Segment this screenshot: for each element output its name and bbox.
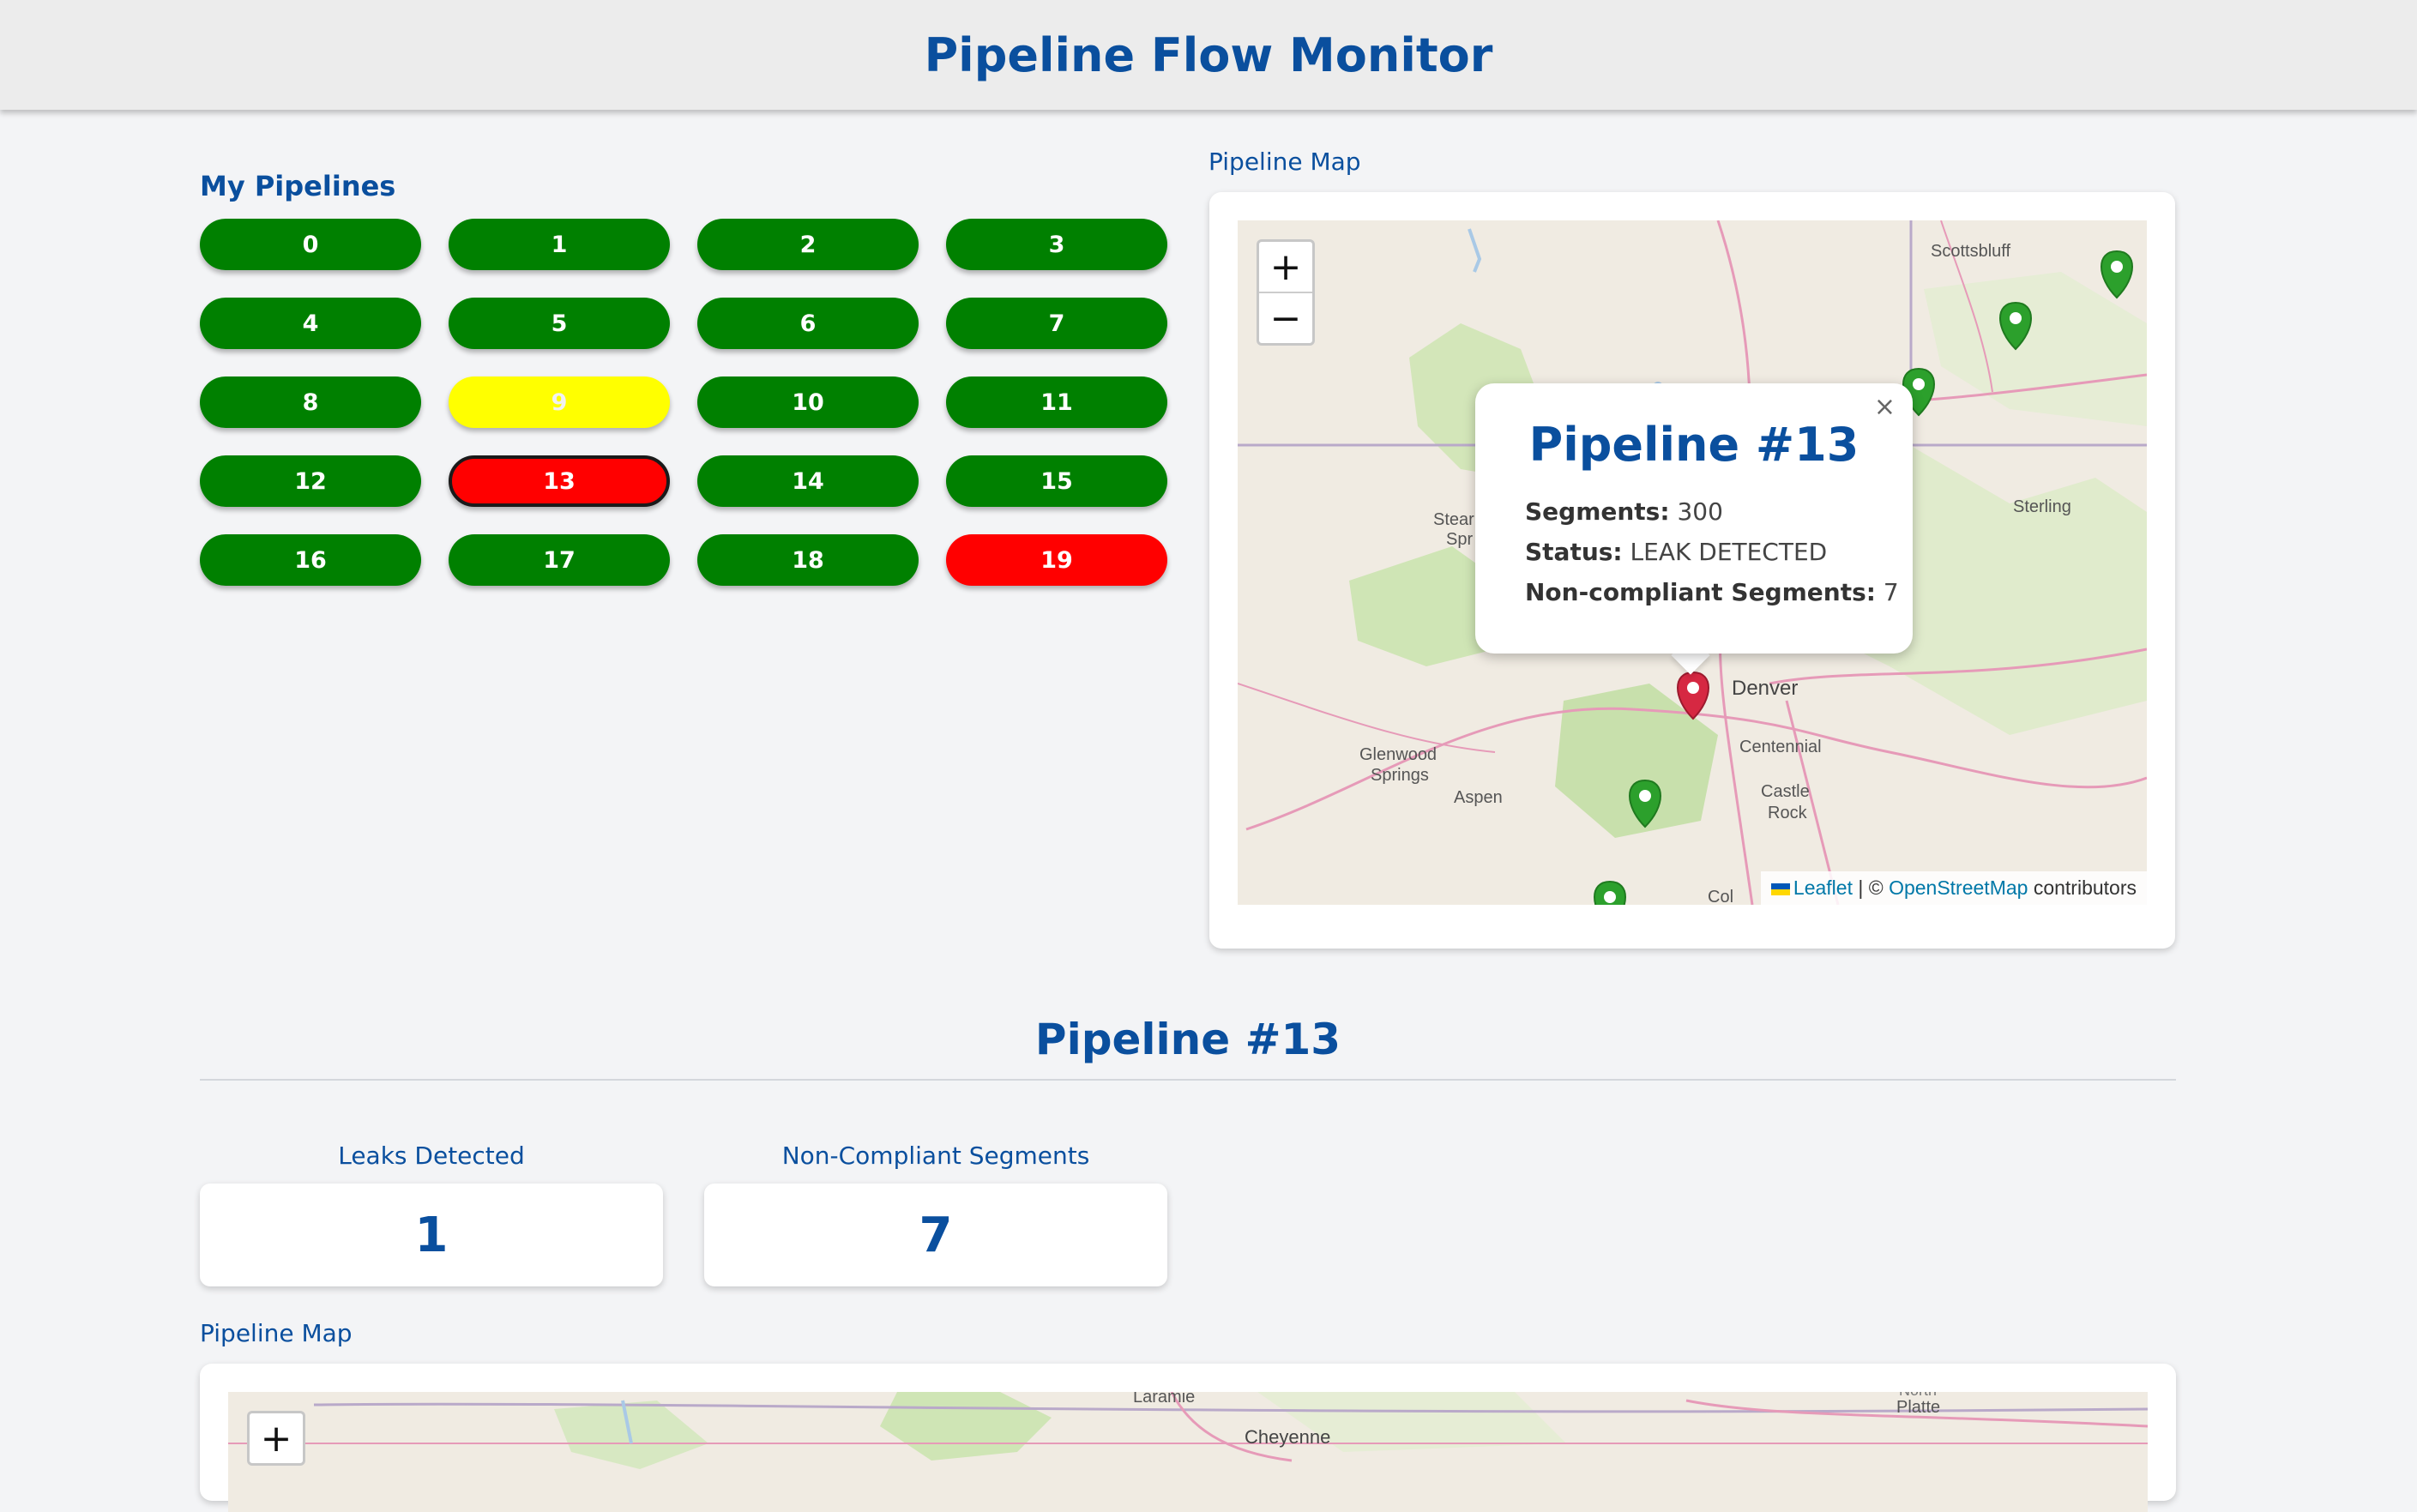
pipeline-button-3[interactable]: 3 (946, 219, 1167, 270)
pipeline-button-6[interactable]: 6 (697, 298, 919, 349)
noncompliant-segments-card: 7 (704, 1184, 1167, 1286)
pipeline-button-5[interactable]: 5 (449, 298, 670, 349)
pipeline-button-18[interactable]: 18 (697, 534, 919, 586)
pipeline-button-4[interactable]: 4 (200, 298, 421, 349)
page-title: Pipeline Flow Monitor (924, 27, 1493, 82)
pipeline-button-17[interactable]: 17 (449, 534, 670, 586)
pipeline-button-10[interactable]: 10 (697, 376, 919, 428)
map-marker-green[interactable] (1594, 880, 1626, 905)
detail-map-label: Pipeline Map (200, 1319, 353, 1347)
popup-title: Pipeline #13 (1528, 418, 1859, 472)
pipeline-button-1[interactable]: 1 (449, 219, 670, 270)
popup-status-row: Status: LEAK DETECTED (1525, 538, 1828, 566)
place-laramie: Laramie (1133, 1392, 1195, 1407)
leaks-detected-card: 1 (200, 1184, 663, 1286)
pipeline-button-8[interactable]: 8 (200, 376, 421, 428)
zoom-control: + − (1257, 239, 1315, 346)
popup-segments-row: Segments: 300 (1525, 497, 1723, 526)
detail-map-tiles: Laramie Cheyenne North Platte (228, 1392, 2148, 1512)
detail-zoom-in-button[interactable]: + (250, 1413, 303, 1463)
pipeline-button-7[interactable]: 7 (946, 298, 1167, 349)
pipeline-button-9[interactable]: 9 (449, 376, 670, 428)
osm-link[interactable]: OpenStreetMap (1889, 876, 2028, 899)
pipeline-button-16[interactable]: 16 (200, 534, 421, 586)
pipeline-button-19[interactable]: 19 (946, 534, 1167, 586)
pipeline-popup: × Pipeline #13 Segments: 300 Status: LEA… (1475, 383, 1913, 654)
leaflet-link[interactable]: Leaflet (1793, 876, 1853, 899)
zoom-in-button[interactable]: + (1259, 242, 1312, 292)
place-cheyenne: Cheyenne (1245, 1426, 1330, 1448)
detail-map-card: Laramie Cheyenne North Platte + (200, 1364, 2176, 1512)
detail-title: Pipeline #13 (1034, 1015, 1341, 1064)
map-marker-green[interactable] (1999, 301, 2032, 351)
my-pipelines-title: My Pipelines (200, 170, 396, 202)
pipeline-button-2[interactable]: 2 (697, 219, 919, 270)
map-label: Pipeline Map (1208, 148, 1361, 176)
pipeline-button-12[interactable]: 12 (200, 455, 421, 507)
map-attribution: Leaflet | © OpenStreetMap contributors (1760, 871, 2147, 905)
map-marker-selected[interactable] (1677, 671, 1709, 720)
pipeline-button-15[interactable]: 15 (946, 455, 1167, 507)
pipeline-button-0[interactable]: 0 (200, 219, 421, 270)
pipeline-button-11[interactable]: 11 (946, 376, 1167, 428)
leaks-detected-label: Leaks Detected (338, 1142, 525, 1170)
place-platte: Platte (1896, 1398, 1940, 1417)
noncompliant-segments-label: Non-Compliant Segments (781, 1142, 1090, 1170)
detail-zoom-control: + (247, 1411, 305, 1466)
pipeline-button-13[interactable]: 13 (449, 455, 670, 507)
divider (200, 1079, 2176, 1081)
detail-map-view[interactable]: Laramie Cheyenne North Platte + (228, 1392, 2148, 1512)
ukraine-flag-icon (1770, 883, 1790, 895)
map-marker-green[interactable] (1629, 779, 1661, 828)
zoom-out-button[interactable]: − (1259, 292, 1312, 343)
map-marker-green[interactable] (2101, 250, 2133, 299)
app-header: Pipeline Flow Monitor (0, 0, 2417, 110)
pipeline-button-14[interactable]: 14 (697, 455, 919, 507)
popup-noncompliant-row: Non-compliant Segments: 7 (1525, 578, 1899, 606)
